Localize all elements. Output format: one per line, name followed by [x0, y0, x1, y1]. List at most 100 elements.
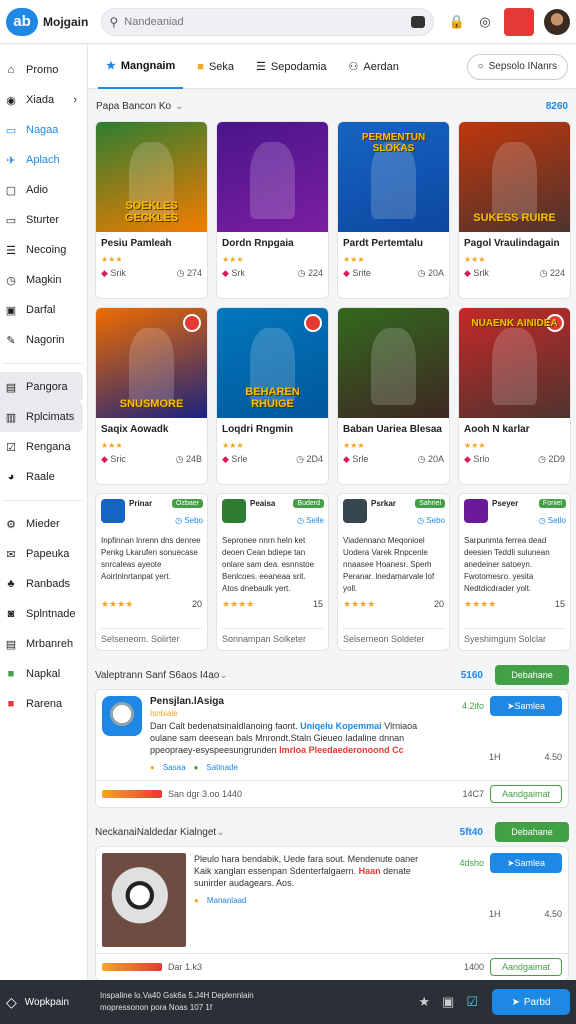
section-action-button[interactable]: Debahane	[495, 665, 569, 685]
primary-button[interactable]: ➤ Samlea	[490, 853, 562, 873]
sidebar-item-raale[interactable]: ◕ Raale	[0, 462, 83, 492]
search-input[interactable]	[124, 15, 405, 28]
top-bar: ab Mojgain ⚲ 🔒 ◎	[0, 0, 576, 44]
app-badge: Buderd	[293, 499, 324, 508]
sidebar-item-necoing[interactable]: ☰ Necoing	[0, 235, 83, 265]
bell-icon[interactable]: ◎	[476, 13, 494, 31]
list-card[interactable]: Pleulo hara bendabik, Uede fara sout. Me…	[95, 846, 569, 981]
game-artwork[interactable]: PERMENTUN SLOKAS	[338, 122, 449, 232]
sidebar-item-papeuka[interactable]: ✉ Papeuka	[0, 539, 83, 569]
game-artwork[interactable]: SOEKLES GECKLES	[96, 122, 207, 232]
sidebar-item-darfal[interactable]: ▣ Darfal	[0, 295, 83, 325]
list-item-tag[interactable]: Sasaa	[163, 762, 186, 774]
game-artwork[interactable]: SNUSMORE	[96, 308, 207, 418]
app-card[interactable]: Prinar Ozbaer ◷ Sebo Inpfinnan lnrenn dns d…	[95, 493, 208, 651]
chevron-down-icon[interactable]: ⌄	[216, 827, 224, 838]
gear-icon: ⚙	[6, 518, 16, 531]
camera-icon[interactable]	[411, 15, 425, 28]
game-card[interactable]: SUKESS RUIRE Pagol Vraulindagain ★★★ ◆ Srlk…	[458, 121, 571, 299]
secondary-button[interactable]: Aandgaimat	[490, 958, 562, 976]
sidebar-item-label: Xiada	[26, 94, 55, 106]
sidebar-item-mrbanreh[interactable]: ▤ Mrbanreh	[0, 629, 83, 659]
sidebar-item-nagorin[interactable]: ✎ Nagorin	[0, 325, 83, 355]
tab-mangnaim[interactable]: ★ Mangnaim	[98, 45, 184, 89]
game-card[interactable]: Baban Uariea Blesaa ★★★ ◆ Srle ◷ 20A	[337, 307, 450, 485]
list-section: NeckanaiNaldedar Kialnget ⌄ 5ft40 Debahane…	[95, 818, 569, 981]
sidebar-item-pangora[interactable]: ▤ Pangora	[0, 372, 83, 402]
game-tag: ◆ Srik	[101, 268, 126, 279]
app-name: Peaisa	[250, 499, 276, 508]
workspace-switcher[interactable]: ◇ Wopkpain	[6, 994, 94, 1011]
app-description: Inpfinnan lnrenn dns denree Penkg Lkaruf…	[101, 536, 201, 581]
chevron-down-icon[interactable]: ⌄	[175, 101, 183, 112]
sidebar-divider	[4, 363, 83, 364]
game-card[interactable]: NUAENK AINIDEA Aooh N karlar ★★★ ◆ Srlo ◷ 2D…	[458, 307, 571, 485]
game-artwork[interactable]	[217, 122, 328, 232]
list-item-tag[interactable]: Mananlaad	[207, 895, 247, 907]
sidebar-item-rplcimats[interactable]: ▥ Rplcimats	[0, 402, 83, 432]
list-item-side: 4.2ifo ➤ Samlea 1H 4.50	[442, 696, 562, 774]
primary-action-button[interactable]: ➤ Parbd	[492, 989, 570, 1015]
sidebar-item-sturter[interactable]: ▭ Sturter	[0, 205, 83, 235]
app-card[interactable]: Psrkar Sahnel ◷ Sebo Viadennano Meqonioel U…	[337, 493, 450, 651]
game-card[interactable]: BEHAREN RHUIGE Loqdri Rngmin ★★★ ◆ Srle ◷ 2D…	[216, 307, 329, 485]
app-score: 20	[191, 599, 202, 609]
primary-button[interactable]: ➤ Samlea	[490, 696, 562, 716]
sidebar-item-rarena[interactable]: ■ Rarena	[0, 689, 83, 719]
chevron-down-icon[interactable]: ⌄	[219, 670, 227, 681]
sidebar-item-magkin[interactable]: ◷ Magkin	[0, 265, 83, 295]
star-icon[interactable]: ★	[418, 994, 430, 1010]
app-card[interactable]: Peaisa Buderd ◷ Selle Sepronee nnrn heln ke…	[216, 493, 329, 651]
list-item-tag[interactable]: Satinade	[206, 762, 238, 774]
sidebar-item-promo[interactable]: ⌂ Promo	[0, 55, 83, 85]
app-logo[interactable]: ab Mojgain	[6, 7, 95, 36]
checkbox-icon[interactable]: ☑	[466, 994, 478, 1010]
list-card[interactable]: Pensjlan.lAsiga Isnbiale Dan Calt bedenats…	[95, 689, 569, 808]
game-card[interactable]: Dordn Rnpgaia ★★★ ◆ Srk ◷ 224	[216, 121, 329, 299]
section-action-button[interactable]: Debahane	[495, 822, 569, 842]
game-artwork[interactable]: SUKESS RUIRE	[459, 122, 570, 232]
game-card[interactable]: SOEKLES GECKLES Pesiu Pamleah ★★★ ◆ Srik ◷ 2…	[95, 121, 208, 299]
sidebar-item-xiada[interactable]: ◉ Xiada ›	[0, 85, 83, 115]
game-artwork[interactable]: NUAENK AINIDEA	[459, 308, 570, 418]
game-time: ◷ 2D4	[296, 454, 323, 465]
sidebar-item-label: Magkin	[26, 274, 62, 286]
chevron-right-icon[interactable]: ›	[73, 94, 77, 106]
app-sub[interactable]: ◷ Setlo	[539, 516, 566, 525]
character-figure	[371, 327, 416, 405]
sidebar-item-mieder[interactable]: ⚙ Mieder	[0, 509, 83, 539]
game-artwork[interactable]	[338, 308, 449, 418]
app-sub[interactable]: ◷ Sebo	[417, 516, 445, 525]
app-card[interactable]: Pseyer Foniel ◷ Setlo Sarpunmta ferrea dead…	[458, 493, 571, 651]
secondary-button[interactable]: Aandgaimat	[490, 785, 562, 803]
sidebar-item-adio[interactable]: ▢ Adio	[0, 175, 83, 205]
game-time-label: 274	[186, 268, 202, 278]
app-description: Viadennano Meqonioel Uodera Varek Rnpcen…	[343, 536, 435, 593]
notification-button[interactable]	[504, 7, 534, 36]
game-artwork[interactable]: BEHAREN RHUIGE	[217, 308, 328, 418]
sidebar-item-napkal[interactable]: ■ Napkal	[0, 659, 83, 689]
game-tag-label: Srk	[231, 268, 245, 278]
search-bar[interactable]: ⚲	[100, 7, 434, 36]
app-sub[interactable]: ◷ Selle	[297, 516, 324, 525]
status-info: Inspaline lo.Va40 Gsk6a 5.J4H Deplennlai…	[100, 990, 254, 1014]
featured-count[interactable]: 8260	[546, 101, 568, 112]
sidebar-item-aplach[interactable]: ✈ Aplach	[0, 145, 83, 175]
sidebar-item-splntnade[interactable]: ◙ Splntnade	[0, 599, 83, 629]
tab-aerdan[interactable]: ⚇ Aerdan	[341, 45, 407, 89]
game-card[interactable]: PERMENTUN SLOKAS Pardt Pertemtalu ★★★ ◆ Sri…	[337, 121, 450, 299]
list-section-count: 5160	[460, 669, 483, 681]
image-icon[interactable]: ▣	[442, 994, 454, 1010]
avatar[interactable]	[544, 8, 570, 35]
lock-icon[interactable]: 🔒	[448, 13, 466, 31]
sidebar-item-nagaa[interactable]: ▭ Nagaa	[0, 115, 83, 145]
game-time: ◷ 274	[177, 268, 202, 279]
sidebar-item-ranbads[interactable]: ♣ Ranbads	[0, 569, 83, 599]
app-sub[interactable]: ◷ Sebo	[175, 516, 203, 525]
sidebar-item-rengana[interactable]: ☑ Rengana	[0, 432, 83, 462]
tab-sepodamia[interactable]: ☰ Sepodamia	[248, 45, 335, 89]
game-card[interactable]: SNUSMORE Saqix Aowadk ★★★ ◆ Sric ◷ 24B	[95, 307, 208, 485]
tab-action-button[interactable]: ○ Sepsolo INanrs	[466, 53, 568, 80]
list-icon: ☰	[6, 244, 16, 257]
tab-seka[interactable]: ■ Seka	[189, 45, 242, 89]
